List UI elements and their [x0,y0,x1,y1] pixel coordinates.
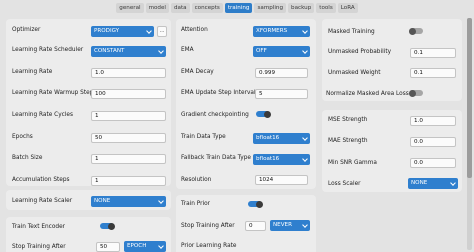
loss-scaler-value: NONE [411,180,428,186]
lr-scheduler-value: CONSTANT [94,48,125,54]
prior-stop-after-unit-value: NEVER [273,222,292,228]
prior-stop-after-input[interactable] [245,221,266,231]
tab-general[interactable]: general [116,2,144,13]
masked-training-toggle[interactable] [409,27,423,35]
toggle-knob [108,222,115,230]
tab-concepts[interactable]: concepts [191,2,223,13]
mse-label: MSE Strength [328,117,368,123]
unmasked-prob-label: Unmasked Probability [328,49,392,55]
te-stop-after-input[interactable] [96,242,120,252]
train-prior-label: Train Prior [181,201,211,207]
normalize-loss-toggle[interactable] [409,89,423,97]
accumulation-input[interactable] [91,176,166,186]
normalize-loss-label: Normalize Masked Area Loss [326,91,409,97]
lr-scaler-label: Learning Rate Scaler [12,198,73,204]
min-snr-input[interactable] [410,158,456,168]
batch-size-label: Batch Size [12,155,43,161]
ema-label: EMA [181,47,194,53]
attention-select[interactable]: XFORMERS [253,26,310,37]
lr-scaler-value: NONE [94,198,111,204]
toggle-knob [409,27,416,35]
cycles-input[interactable] [91,111,166,121]
tab-training[interactable]: training [224,2,253,13]
unmasked-prob-input[interactable] [410,48,456,58]
ema-value: OFF [256,48,267,54]
ema-select[interactable]: OFF [253,46,310,57]
tab-sampling[interactable]: sampling [254,2,287,13]
scrollbar-thumb[interactable] [467,18,472,178]
prior-stop-after-unit-select[interactable]: NEVER [270,220,310,231]
tab-model[interactable]: model [145,2,169,13]
accumulation-label: Accumulation Steps [12,177,70,183]
train-te-toggle[interactable] [100,222,115,230]
resolution-input[interactable] [255,175,308,185]
tab-backup[interactable]: backup [288,2,315,13]
masked-training-label: Masked Training [328,29,375,35]
fallback-dtype-label: Fallback Train Data Type [181,155,251,161]
lr-label: Learning Rate [12,69,53,75]
toggle-knob [409,89,416,97]
lr-input[interactable] [91,68,166,78]
tab-lora[interactable]: LoRA [337,2,358,13]
min-snr-label: Min SNR Gamma [328,160,377,166]
warmup-label: Learning Rate Warmup Steps [12,90,97,96]
fallback-dtype-value: bfloat16 [256,156,280,162]
tab-bar: general model data concepts training sam… [0,0,474,15]
tab-tools[interactable]: tools [316,2,336,13]
vertical-scrollbar[interactable] [467,18,472,250]
chevron-down-icon [302,156,308,162]
attention-value: XFORMERS [256,28,288,34]
mae-label: MAE Strength [328,138,368,144]
train-prior-toggle[interactable] [248,200,263,208]
warmup-input[interactable] [91,89,166,99]
ema-decay-input[interactable] [255,68,308,78]
epochs-input[interactable] [91,133,166,143]
train-dtype-select[interactable]: bfloat16 [253,133,310,144]
attention-label: Attention [181,27,208,33]
prior-lr-label: Prior Learning Rate [181,243,237,249]
train-te-label: Train Text Encoder [12,224,66,230]
train-dtype-value: bfloat16 [256,135,280,141]
chevron-down-icon [302,28,308,34]
unmasked-weight-label: Unmasked Weight [328,70,381,76]
te-stop-after-unit-value: EPOCH [127,243,147,249]
fallback-dtype-select[interactable]: bfloat16 [253,154,310,165]
train-dtype-label: Train Data Type [181,134,226,140]
prior-stop-after-label: Stop Training After [181,223,235,229]
te-stop-after-label: Stop Training After [12,244,66,250]
lr-scaler-select[interactable]: NONE [91,196,166,207]
chevron-down-icon [158,243,164,249]
loss-scaler-label: Loss Scaler [328,181,361,187]
ema-interval-label: EMA Update Step Interval [181,90,256,96]
epochs-label: Epochs [12,134,33,140]
optimizer-value: PRODIGY [94,28,120,34]
lr-scheduler-label: Learning Rate Scheduler [12,47,84,53]
toggle-knob [256,200,263,208]
te-stop-after-unit-select[interactable]: EPOCH [124,241,166,252]
chevron-down-icon [158,198,164,204]
chevron-down-icon [158,48,164,54]
chevron-down-icon [302,48,308,54]
batch-size-input[interactable] [91,154,166,164]
grad-ckpt-label: Gradient checkpointing [181,112,249,118]
optimizer-settings-button[interactable]: ... [157,26,167,37]
tab-data[interactable]: data [170,2,190,13]
optimizer-label: Optimizer [12,27,41,33]
cycles-label: Learning Rate Cycles [12,112,74,118]
chevron-down-icon [302,135,308,141]
toggle-knob [264,110,271,118]
chevron-down-icon [450,180,456,186]
lr-scheduler-select[interactable]: CONSTANT [91,46,166,57]
grad-ckpt-toggle[interactable] [256,110,271,118]
resolution-label: Resolution [181,177,212,183]
mse-input[interactable] [410,116,456,126]
chevron-down-icon [146,28,152,34]
optimizer-select[interactable]: PRODIGY [91,26,154,37]
mae-input[interactable] [410,137,456,147]
chevron-down-icon [302,222,308,228]
ema-decay-label: EMA Decay [181,69,214,75]
unmasked-weight-input[interactable] [410,68,456,78]
ema-interval-input[interactable] [255,89,308,99]
loss-scaler-select[interactable]: NONE [408,178,458,189]
